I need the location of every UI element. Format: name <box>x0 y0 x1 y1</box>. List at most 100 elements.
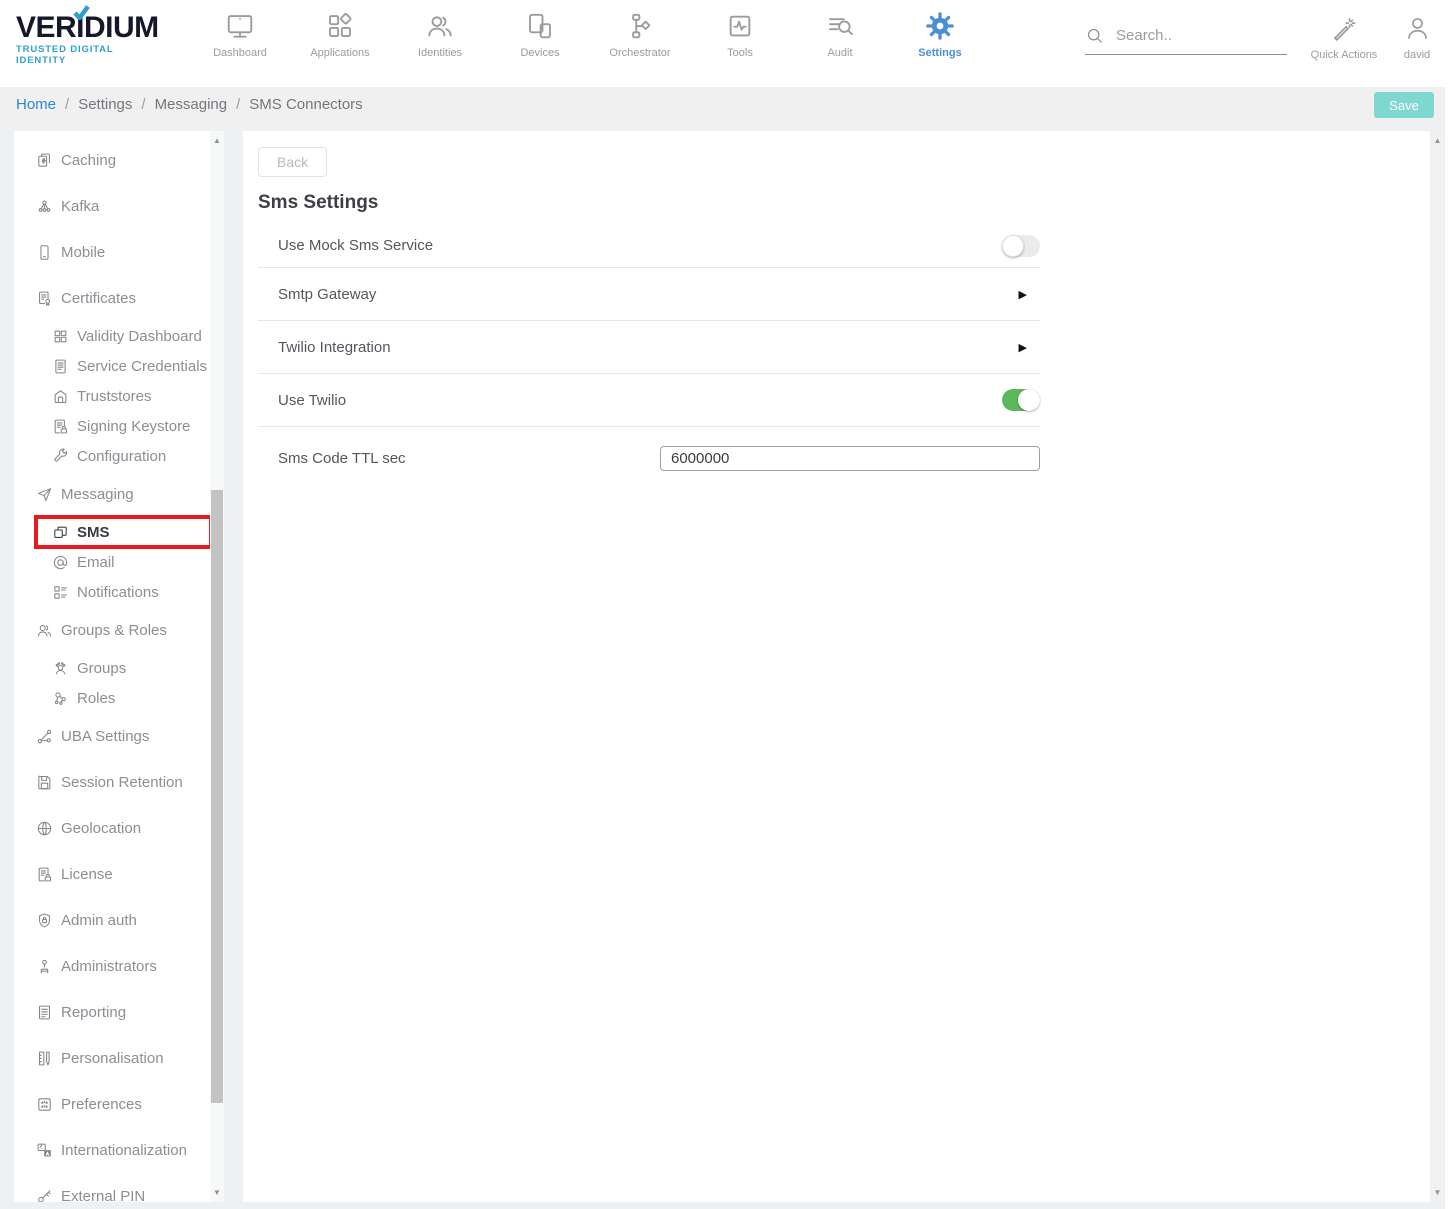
row-smtp-gateway[interactable]: Smtp Gateway ▶ <box>258 268 1040 321</box>
breadcrumb: Home/Settings/Messaging/SMS Connectors <box>0 87 1448 123</box>
sidebar-item-certificates[interactable]: Certificates <box>14 275 224 321</box>
preferences-icon <box>36 1096 53 1113</box>
nav-tab-devices[interactable]: Devices <box>490 10 590 59</box>
external-pin-icon <box>36 1188 53 1203</box>
groups-roles-icon <box>36 622 53 639</box>
back-button[interactable]: Back <box>258 147 327 177</box>
sidebar-scrollbar[interactable]: ▲ ▼ <box>210 131 224 1202</box>
sidebar-item-validity-dashboard[interactable]: Validity Dashboard <box>14 321 224 351</box>
geolocation-icon <box>36 820 53 837</box>
personalisation-icon <box>36 1050 53 1067</box>
sidebar-scroll-down-icon[interactable]: ▼ <box>210 1188 224 1197</box>
sidebar-scrollbar-thumb[interactable] <box>211 490 223 1103</box>
administrators-icon <box>36 958 53 975</box>
sidebar-item-external-pin[interactable]: External PIN <box>14 1173 224 1202</box>
use-mock-sms-service-toggle[interactable] <box>1002 235 1040 257</box>
nav-tab-identities[interactable]: Identities <box>390 10 490 59</box>
sidebar-item-groups-roles[interactable]: Groups & Roles <box>14 607 224 653</box>
devices-icon <box>525 10 555 42</box>
sidebar-item-license[interactable]: License <box>14 851 224 897</box>
sidebar-item-roles[interactable]: Roles <box>14 683 224 713</box>
sidebar-item-notifications[interactable]: Notifications <box>14 577 224 607</box>
applications-icon <box>325 10 355 42</box>
configuration-icon <box>52 448 69 465</box>
breadcrumb-item-home[interactable]: Home <box>16 96 56 113</box>
sidebar-item-label: Email <box>77 554 115 571</box>
nav-tab-settings[interactable]: Settings <box>890 10 990 59</box>
sidebar-item-geolocation[interactable]: Geolocation <box>14 805 224 851</box>
tools-icon <box>725 10 755 42</box>
page-scrollbar[interactable]: ▲ ▼ <box>1430 131 1445 1202</box>
sidebar-item-mobile[interactable]: Mobile <box>14 229 224 275</box>
sidebar-item-label: External PIN <box>61 1188 145 1203</box>
sidebar-item-label: Reporting <box>61 1004 126 1021</box>
breadcrumb-bar: Home/Settings/Messaging/SMS Connectors S… <box>0 87 1448 123</box>
nav-tab-applications[interactable]: Applications <box>290 10 390 59</box>
breadcrumb-item-messaging[interactable]: Messaging <box>155 96 228 113</box>
sidebar-item-truststores[interactable]: Truststores <box>14 381 224 411</box>
sidebar-item-sms[interactable]: SMS <box>34 515 213 549</box>
sidebar-item-uba-settings[interactable]: UBA Settings <box>14 713 224 759</box>
sidebar-item-configuration[interactable]: Configuration <box>14 441 224 471</box>
sidebar-item-caching[interactable]: Caching <box>14 137 224 183</box>
row-use-twilio: Use Twilio <box>258 374 1040 427</box>
nav-tab-orchestrator[interactable]: Orchestrator <box>590 10 690 59</box>
settings-icon <box>925 10 955 42</box>
sidebar-item-label: Messaging <box>61 486 134 503</box>
search-input[interactable] <box>1116 27 1266 44</box>
sidebar-item-session-retention[interactable]: Session Retention <box>14 759 224 805</box>
nav-label: Tools <box>727 47 753 59</box>
use-twilio-toggle[interactable] <box>1002 389 1040 411</box>
license-icon <box>36 866 53 883</box>
nav-tab-audit[interactable]: Audit <box>790 10 890 59</box>
sidebar-item-reporting[interactable]: Reporting <box>14 989 224 1035</box>
row-sms-code-ttl-sec: Sms Code TTL sec <box>258 427 1040 489</box>
sidebar-item-groups[interactable]: Groups <box>14 653 224 683</box>
row-twilio-integration[interactable]: Twilio Integration ▶ <box>258 321 1040 374</box>
breadcrumb-item-settings[interactable]: Settings <box>78 96 132 113</box>
twilio-integration-expand-icon[interactable]: ▶ <box>1019 342 1027 354</box>
sidebar-item-label: Geolocation <box>61 820 141 837</box>
sidebar-item-label: SMS <box>77 524 110 541</box>
mobile-icon <box>36 244 53 261</box>
sidebar-list: Caching Kafka Mobile Certificates Validi… <box>14 131 224 1202</box>
nav-label: Orchestrator <box>609 47 670 59</box>
settings-sidebar: Caching Kafka Mobile Certificates Validi… <box>14 131 224 1202</box>
sidebar-item-administrators[interactable]: Administrators <box>14 943 224 989</box>
sidebar-item-label: Session Retention <box>61 774 183 791</box>
sidebar-item-email[interactable]: Email <box>14 547 224 577</box>
sidebar-item-signing-keystore[interactable]: Signing Keystore <box>14 411 224 441</box>
veridium-logo[interactable]: VERIDIUM TRUSTED DIGITAL IDENTITY <box>16 12 166 66</box>
sidebar-item-messaging[interactable]: Messaging <box>14 471 224 517</box>
sidebar-item-kafka[interactable]: Kafka <box>14 183 224 229</box>
sidebar-item-admin-auth[interactable]: Admin auth <box>14 897 224 943</box>
sidebar-item-label: Administrators <box>61 958 157 975</box>
sidebar-item-service-credentials[interactable]: Service Credentials <box>14 351 224 381</box>
nav-tab-dashboard[interactable]: Dashboard <box>190 10 290 59</box>
nav-label: Devices <box>520 47 559 59</box>
toggle-knob <box>1018 389 1040 411</box>
row-control <box>1002 389 1040 411</box>
sidebar-item-label: Notifications <box>77 584 159 601</box>
page-scroll-up-icon[interactable]: ▲ <box>1430 136 1445 145</box>
page-scroll-down-icon[interactable]: ▼ <box>1430 1188 1445 1197</box>
sidebar-item-personalisation[interactable]: Personalisation <box>14 1035 224 1081</box>
sidebar-item-label: License <box>61 866 113 883</box>
breadcrumb-item-sms-connectors[interactable]: SMS Connectors <box>249 96 362 113</box>
user-menu[interactable]: david <box>1392 12 1442 61</box>
kafka-icon <box>36 198 53 215</box>
sidebar-item-label: Caching <box>61 152 116 169</box>
row-control: ▶ <box>1019 338 1040 356</box>
audit-icon <box>825 10 855 42</box>
identities-icon <box>425 10 455 42</box>
admin-auth-icon <box>36 912 53 929</box>
save-button[interactable]: Save <box>1374 92 1434 118</box>
sms-code-ttl-sec-input[interactable] <box>660 446 1040 471</box>
smtp-gateway-expand-icon[interactable]: ▶ <box>1019 289 1027 301</box>
sidebar-item-preferences[interactable]: Preferences <box>14 1081 224 1127</box>
nav-tab-tools[interactable]: Tools <box>690 10 790 59</box>
quick-actions-button[interactable]: Quick Actions <box>1301 12 1387 61</box>
nav-label: Identities <box>418 47 462 59</box>
sidebar-scroll-up-icon[interactable]: ▲ <box>210 136 224 145</box>
sidebar-item-internationalization[interactable]: Internationalization <box>14 1127 224 1173</box>
